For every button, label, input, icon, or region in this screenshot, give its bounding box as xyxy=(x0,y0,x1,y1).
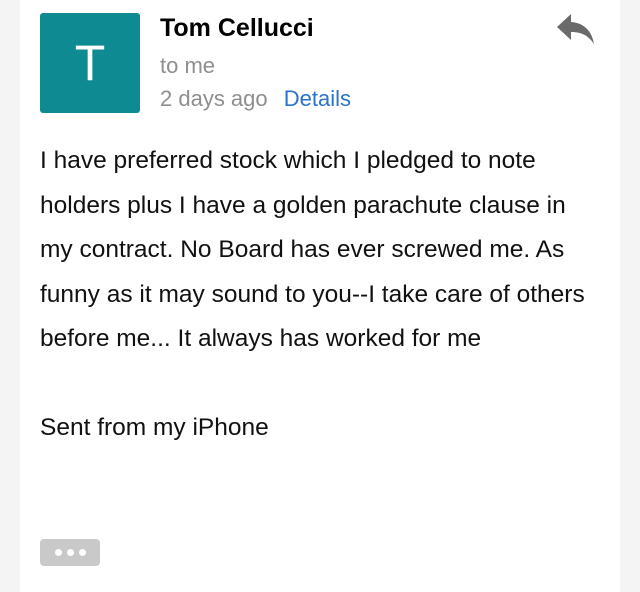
ellipsis-dot xyxy=(66,549,74,556)
avatar-letter: T xyxy=(74,35,106,91)
sender-avatar: T xyxy=(40,13,140,113)
show-trimmed-button[interactable] xyxy=(40,539,100,566)
details-link[interactable]: Details xyxy=(284,86,351,111)
email-timestamp: 2 days ago xyxy=(160,86,268,111)
sender-name: Tom Cellucci xyxy=(160,14,314,42)
email-meta: 2 days ago Details xyxy=(160,85,351,113)
recipient-line: to me xyxy=(160,53,216,78)
ellipsis-dot xyxy=(78,549,86,556)
email-body: I have preferred stock which I pledged t… xyxy=(40,139,600,451)
email-card: T Tom Cellucci to me 2 days ago Details … xyxy=(20,0,620,592)
ellipsis-dot xyxy=(54,549,62,556)
email-signature: Sent from my iPhone xyxy=(40,414,269,441)
reply-button[interactable] xyxy=(556,12,596,46)
reply-icon xyxy=(557,14,594,44)
email-body-text: I have preferred stock which I pledged t… xyxy=(40,147,585,352)
